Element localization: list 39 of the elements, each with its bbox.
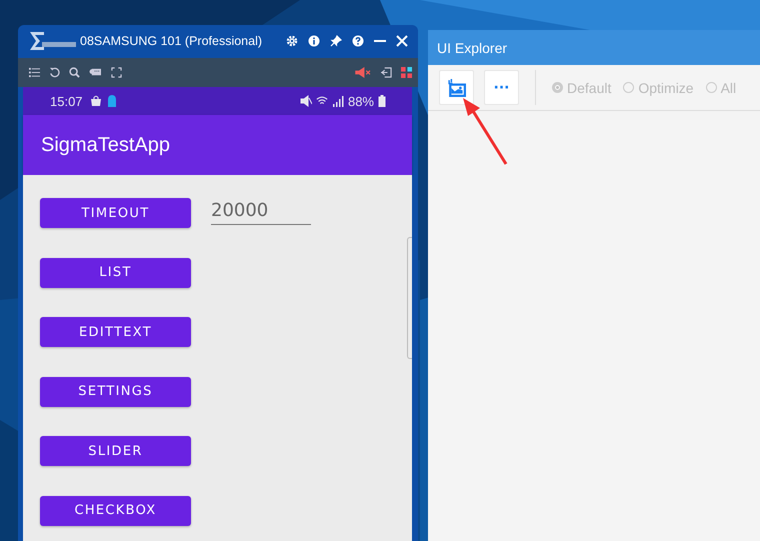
exit-icon[interactable]	[381, 66, 392, 78]
image-crop-icon	[448, 78, 466, 96]
rotate-icon[interactable]	[49, 66, 60, 78]
list-icon[interactable]	[29, 66, 40, 78]
radio-circle[interactable]	[706, 82, 717, 93]
grid-icon[interactable]	[401, 66, 412, 78]
app-button[interactable]: LIST	[40, 258, 191, 288]
info-icon[interactable]	[308, 35, 320, 48]
close-icon[interactable]	[396, 35, 408, 48]
radio-circle[interactable]	[623, 82, 634, 93]
app-title: SigmaTestApp	[41, 134, 170, 156]
ghost-icon	[106, 95, 118, 107]
window-title: 08SAMSUNG 101 (Professional)	[80, 34, 262, 48]
mute-icon[interactable]	[355, 66, 372, 78]
help-icon[interactable]	[352, 35, 364, 48]
app-button[interactable]: SLIDER	[40, 436, 191, 466]
keyboard-icon[interactable]	[89, 66, 102, 78]
battery-icon	[378, 95, 386, 107]
logo-icon	[28, 31, 78, 52]
zoom-icon[interactable]	[69, 66, 80, 78]
settings-icon[interactable]	[286, 35, 298, 48]
screenshot-button[interactable]	[439, 70, 474, 105]
clock-time: 15:07	[50, 94, 83, 108]
more-button[interactable]: ···	[484, 70, 519, 105]
mute-icon	[300, 95, 312, 107]
radio-circle[interactable]	[552, 82, 563, 93]
app-button[interactable]: TIMEOUT	[40, 198, 191, 228]
app-button[interactable]: EDITTEXT	[40, 317, 191, 347]
pin-icon[interactable]	[330, 35, 342, 48]
app-button[interactable]: SETTINGS	[40, 376, 191, 406]
battery-level: 88%	[348, 94, 374, 108]
fullscreen-icon[interactable]	[111, 66, 122, 78]
window-title: UI Explorer	[437, 40, 508, 56]
timeout-field[interactable]: 20000	[211, 196, 311, 225]
wifi-icon	[316, 95, 328, 107]
scrollbar[interactable]	[407, 237, 412, 359]
bag-icon	[90, 95, 102, 107]
app-button[interactable]: CHECKBOX	[40, 496, 191, 526]
signal-icon	[332, 95, 344, 107]
